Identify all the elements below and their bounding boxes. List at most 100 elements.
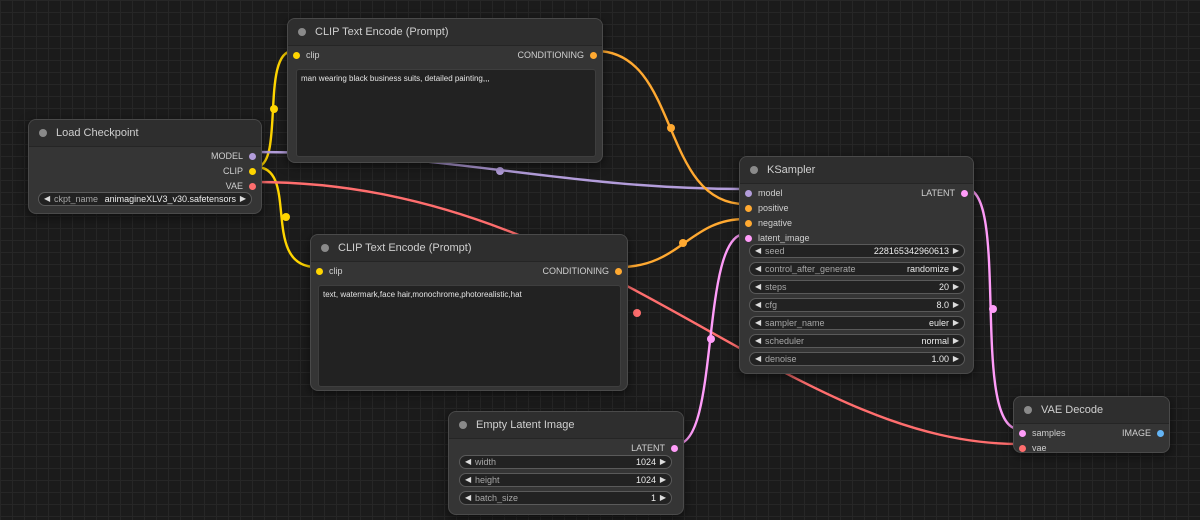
slot-label: CLIP: [222, 166, 243, 176]
node-title: Load Checkpoint: [56, 127, 139, 139]
slot-dot-icon[interactable]: [1157, 430, 1164, 437]
slot-dot-icon[interactable]: [745, 235, 752, 242]
arrow-right-icon[interactable]: ▶: [953, 353, 959, 365]
slot-label: MODEL: [210, 151, 243, 161]
arrow-right-icon[interactable]: ▶: [240, 193, 246, 205]
slot-row: clip CONDITIONING: [311, 264, 627, 279]
clip-text-encode-positive-node[interactable]: CLIP Text Encode (Prompt) clip CONDITION…: [287, 18, 603, 163]
control-after-generate-widget[interactable]: ◀ control_after_generate randomize ▶: [749, 262, 965, 276]
arrow-left-icon[interactable]: ◀: [44, 193, 50, 205]
input-slot-vae[interactable]: vae: [1014, 441, 1169, 456]
empty-latent-image-node[interactable]: Empty Latent Image LATENT ◀ width 1024 ▶…: [448, 411, 684, 515]
widget-label: cfg: [765, 300, 778, 310]
widget-value: 8.0: [936, 300, 949, 310]
node-title-bar[interactable]: CLIP Text Encode (Prompt): [288, 19, 602, 46]
slot-dot-icon[interactable]: [249, 168, 256, 175]
arrow-right-icon[interactable]: ▶: [953, 263, 959, 275]
cfg-widget[interactable]: ◀ cfg 8.0 ▶: [749, 298, 965, 312]
arrow-left-icon[interactable]: ◀: [465, 474, 471, 486]
output-slot-clip[interactable]: CLIP: [29, 164, 261, 179]
arrow-left-icon[interactable]: ◀: [755, 281, 761, 293]
ckpt-name-combo[interactable]: ◀ ckpt_name animagineXLV3_v30.safetensor…: [38, 192, 252, 206]
arrow-right-icon[interactable]: ▶: [953, 317, 959, 329]
ksampler-node[interactable]: KSampler model LATENT positive negative …: [739, 156, 974, 374]
arrow-left-icon[interactable]: ◀: [755, 263, 761, 275]
arrow-right-icon[interactable]: ▶: [660, 456, 666, 468]
node-title-bar[interactable]: KSampler: [740, 157, 973, 184]
load-checkpoint-node[interactable]: Load Checkpoint MODEL CLIP VAE ◀ ckpt_na…: [28, 119, 262, 214]
input-label-clip: clip: [329, 266, 343, 276]
node-title-bar[interactable]: VAE Decode: [1014, 397, 1169, 424]
input-label-samples: samples: [1032, 428, 1066, 438]
slot-dot-icon[interactable]: [615, 268, 622, 275]
arrow-left-icon[interactable]: ◀: [755, 335, 761, 347]
vae-decode-node[interactable]: VAE Decode samples IMAGE vae: [1013, 396, 1170, 453]
wire-clip-to-negative-encoder: [254, 165, 318, 269]
arrow-right-icon[interactable]: ▶: [953, 299, 959, 311]
collapse-dot-icon[interactable]: [1024, 406, 1032, 414]
widget-label: height: [475, 475, 500, 485]
slot-dot-icon[interactable]: [316, 268, 323, 275]
node-title-bar[interactable]: Load Checkpoint: [29, 120, 261, 147]
slot-dot-icon[interactable]: [745, 220, 752, 227]
clip-text-encode-negative-node[interactable]: CLIP Text Encode (Prompt) clip CONDITION…: [310, 234, 628, 391]
collapse-dot-icon[interactable]: [321, 244, 329, 252]
slot-dot-icon[interactable]: [293, 52, 300, 59]
prompt-textarea[interactable]: man wearing black business suits, detail…: [296, 69, 596, 157]
slot-dot-icon[interactable]: [590, 52, 597, 59]
widget-value: euler: [928, 318, 949, 328]
collapse-dot-icon[interactable]: [459, 421, 467, 429]
width-widget[interactable]: ◀ width 1024 ▶: [459, 455, 672, 469]
widget-value: normal: [921, 336, 949, 346]
arrow-right-icon[interactable]: ▶: [953, 281, 959, 293]
slot-dot-icon[interactable]: [249, 153, 256, 160]
arrow-left-icon[interactable]: ◀: [755, 299, 761, 311]
slot-label: negative: [758, 218, 793, 228]
denoise-widget[interactable]: ◀ denoise 1.00 ▶: [749, 352, 965, 366]
arrow-right-icon[interactable]: ▶: [660, 474, 666, 486]
collapse-dot-icon[interactable]: [39, 129, 47, 137]
arrow-left-icon[interactable]: ◀: [755, 245, 761, 257]
input-slot-positive[interactable]: positive: [740, 201, 973, 216]
slot-dot-icon[interactable]: [745, 190, 752, 197]
widget-value: 20: [938, 282, 949, 292]
arrow-right-icon[interactable]: ▶: [953, 335, 959, 347]
widget-value: randomize: [906, 264, 949, 274]
batch-size-widget[interactable]: ◀ batch_size 1 ▶: [459, 491, 672, 505]
node-title-bar[interactable]: CLIP Text Encode (Prompt): [311, 235, 627, 262]
arrow-left-icon[interactable]: ◀: [755, 353, 761, 365]
slot-row: samples IMAGE: [1014, 426, 1169, 441]
collapse-dot-icon[interactable]: [298, 28, 306, 36]
arrow-left-icon[interactable]: ◀: [465, 492, 471, 504]
node-title: CLIP Text Encode (Prompt): [338, 242, 472, 254]
slot-dot-icon[interactable]: [249, 183, 256, 190]
sampler-name-widget[interactable]: ◀ sampler_name euler ▶: [749, 316, 965, 330]
slot-dot-icon[interactable]: [1019, 445, 1026, 452]
input-slot-negative[interactable]: negative: [740, 216, 973, 231]
arrow-left-icon[interactable]: ◀: [755, 317, 761, 329]
slot-dot-icon[interactable]: [1019, 430, 1026, 437]
arrow-right-icon[interactable]: ▶: [660, 492, 666, 504]
slot-dot-icon[interactable]: [745, 205, 752, 212]
arrow-left-icon[interactable]: ◀: [465, 456, 471, 468]
output-slot-model[interactable]: MODEL: [29, 149, 261, 164]
slot-dot-icon[interactable]: [671, 445, 678, 452]
scheduler-widget[interactable]: ◀ scheduler normal ▶: [749, 334, 965, 348]
widget-label: ckpt_name: [54, 194, 99, 204]
height-widget[interactable]: ◀ height 1024 ▶: [459, 473, 672, 487]
seed-widget[interactable]: ◀ seed 228165342960613 ▶: [749, 244, 965, 258]
arrow-right-icon[interactable]: ▶: [953, 245, 959, 257]
output-slot-latent[interactable]: LATENT: [449, 441, 683, 456]
slot-dot-icon[interactable]: [961, 190, 968, 197]
node-title-bar[interactable]: Empty Latent Image: [449, 412, 683, 439]
wire-midpoint-dot: [667, 124, 675, 132]
prompt-textarea[interactable]: text, watermark,face hair,monochrome,pho…: [318, 285, 621, 387]
collapse-dot-icon[interactable]: [750, 166, 758, 174]
widget-value: 1: [650, 493, 656, 503]
steps-widget[interactable]: ◀ steps 20 ▶: [749, 280, 965, 294]
slot-row: clip CONDITIONING: [288, 48, 602, 63]
widget-value: 228165342960613: [873, 246, 949, 256]
slot-label: vae: [1032, 443, 1047, 453]
widget-label: control_after_generate: [765, 264, 856, 274]
slot-label: LATENT: [631, 443, 665, 453]
